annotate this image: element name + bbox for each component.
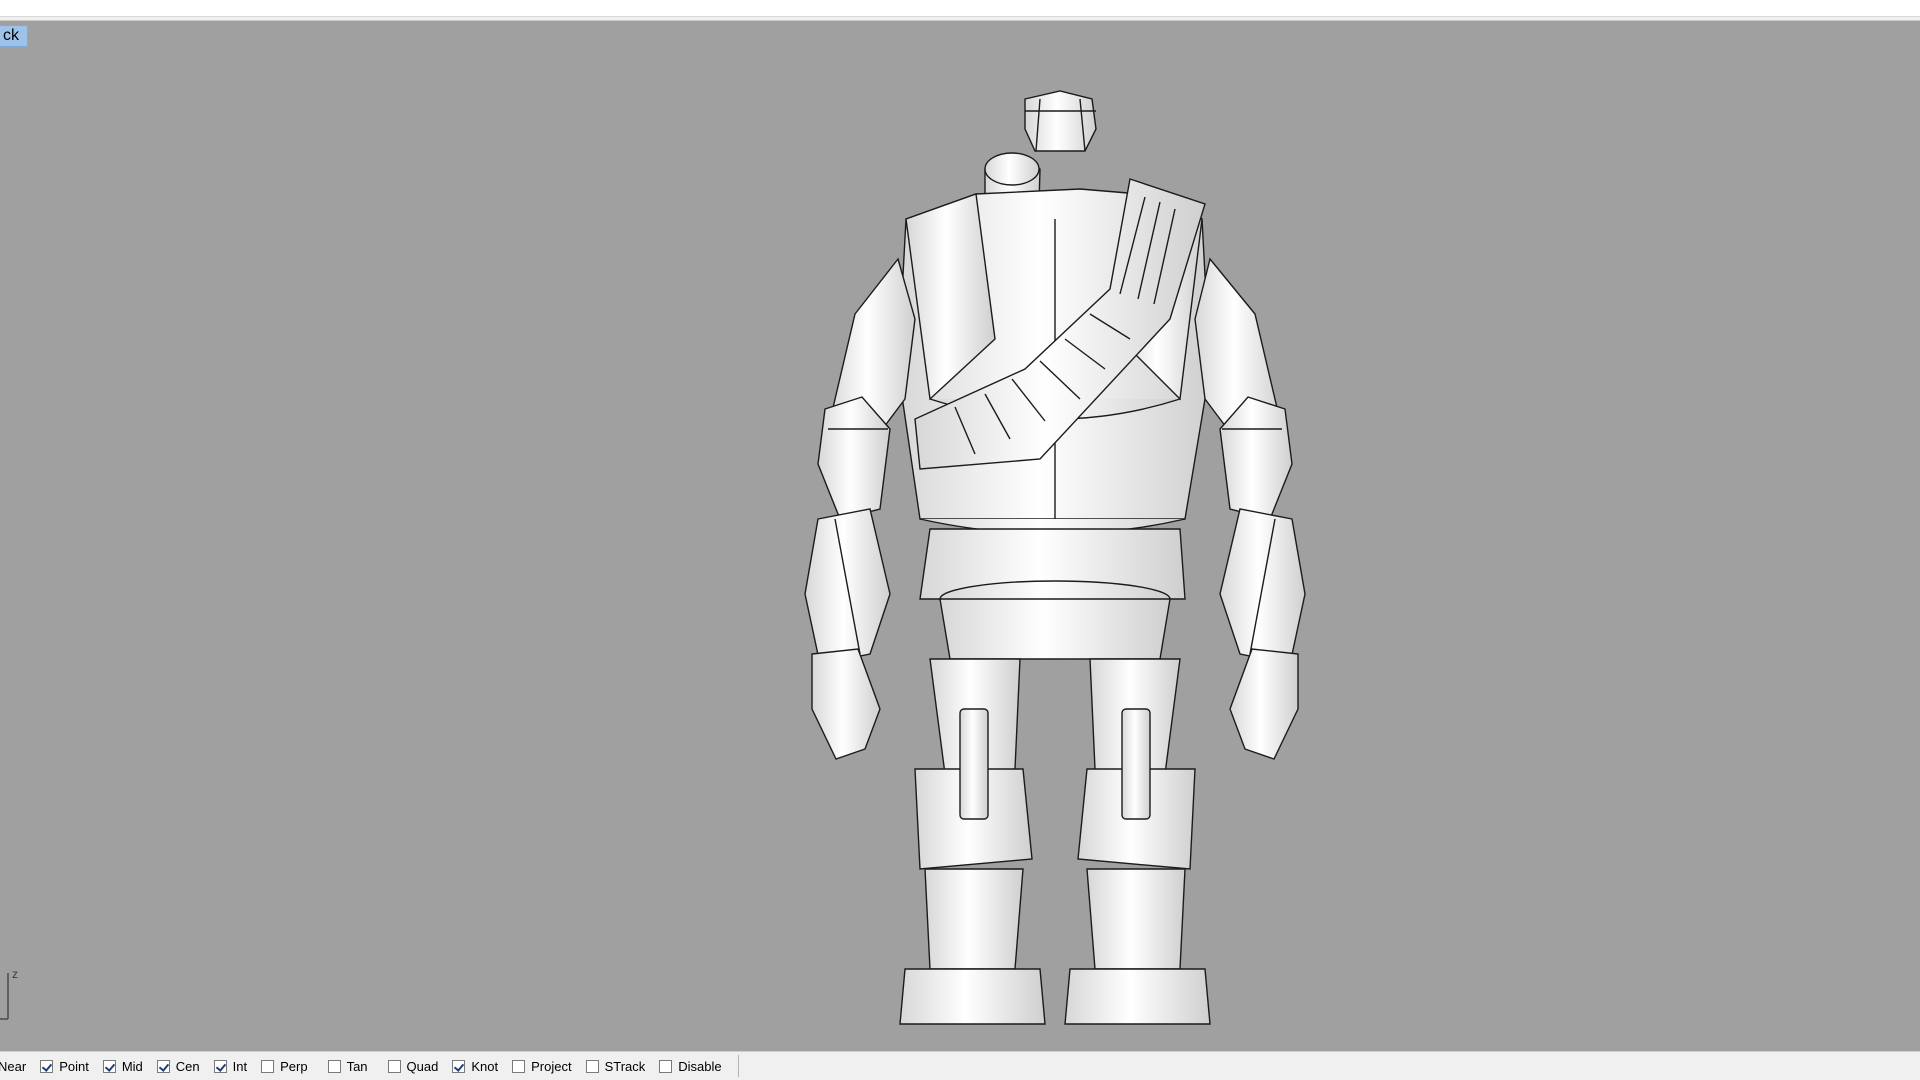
osnap-knot-label: Knot <box>471 1058 499 1074</box>
robot-model-back-view[interactable] <box>740 69 1380 1049</box>
toolbar-separator <box>737 1055 739 1077</box>
top-toolbar-strip <box>0 0 1920 17</box>
osnap-int[interactable]: Int <box>213 1054 248 1078</box>
left-foot <box>899 968 1046 1025</box>
osnap-int-checkbox[interactable] <box>213 1059 227 1073</box>
osnap-perp-label: Perp <box>280 1058 308 1074</box>
osnap-disable[interactable]: Disable <box>659 1054 722 1078</box>
osnap-point-label: Point <box>59 1058 89 1074</box>
back-viewport[interactable]: ck z <box>0 20 1920 1053</box>
osnap-quad-label: Quad <box>406 1058 439 1074</box>
osnap-mid[interactable]: Mid <box>102 1054 143 1078</box>
left-shin <box>924 868 1024 970</box>
osnap-knot-checkbox[interactable] <box>452 1059 466 1073</box>
right-shin <box>1086 868 1186 970</box>
right-foot <box>1064 968 1211 1025</box>
osnap-project-label: Project <box>531 1058 572 1074</box>
osnap-mid-label: Mid <box>121 1058 143 1074</box>
pelvis <box>939 598 1171 660</box>
rhino-window: ck z Near Point Mid Cen Int Perp Tan Qua… <box>0 0 1920 1080</box>
head-part <box>1024 90 1097 152</box>
osnap-point-checkbox[interactable] <box>40 1059 54 1073</box>
osnap-cen[interactable]: Cen <box>156 1054 200 1078</box>
osnap-int-label: Int <box>232 1058 248 1074</box>
osnap-tan-label: Tan <box>346 1058 368 1074</box>
right-hand <box>1229 648 1299 760</box>
osnap-knot[interactable]: Knot <box>452 1054 498 1078</box>
osnap-mid-checkbox[interactable] <box>102 1059 116 1073</box>
osnap-near-label: Near <box>0 1058 27 1074</box>
osnap-quad[interactable]: Quad <box>387 1054 439 1078</box>
osnap-perp[interactable]: Perp <box>261 1054 308 1078</box>
osnap-strack-checkbox[interactable] <box>585 1059 599 1073</box>
axis-z-label: z <box>12 967 18 981</box>
osnap-disable-checkbox[interactable] <box>659 1059 673 1073</box>
osnap-strack-label: STrack <box>604 1058 646 1074</box>
osnap-point[interactable]: Point <box>40 1054 89 1078</box>
osnap-toolbar: Near Point Mid Cen Int Perp Tan Quad Kno… <box>0 1051 1920 1080</box>
left-hand <box>811 648 881 760</box>
osnap-project-checkbox[interactable] <box>512 1059 526 1073</box>
osnap-perp-checkbox[interactable] <box>261 1059 275 1073</box>
osnap-project[interactable]: Project <box>512 1054 572 1078</box>
osnap-strack[interactable]: STrack <box>585 1054 646 1078</box>
viewport-title[interactable]: ck <box>0 25 28 47</box>
osnap-cen-label: Cen <box>175 1058 200 1074</box>
osnap-tan-checkbox[interactable] <box>327 1059 341 1073</box>
osnap-tan[interactable]: Tan <box>327 1054 368 1078</box>
osnap-cen-checkbox[interactable] <box>156 1059 170 1073</box>
osnap-near[interactable]: Near <box>0 1054 26 1078</box>
osnap-quad-checkbox[interactable] <box>387 1059 401 1073</box>
osnap-disable-label: Disable <box>678 1058 722 1074</box>
